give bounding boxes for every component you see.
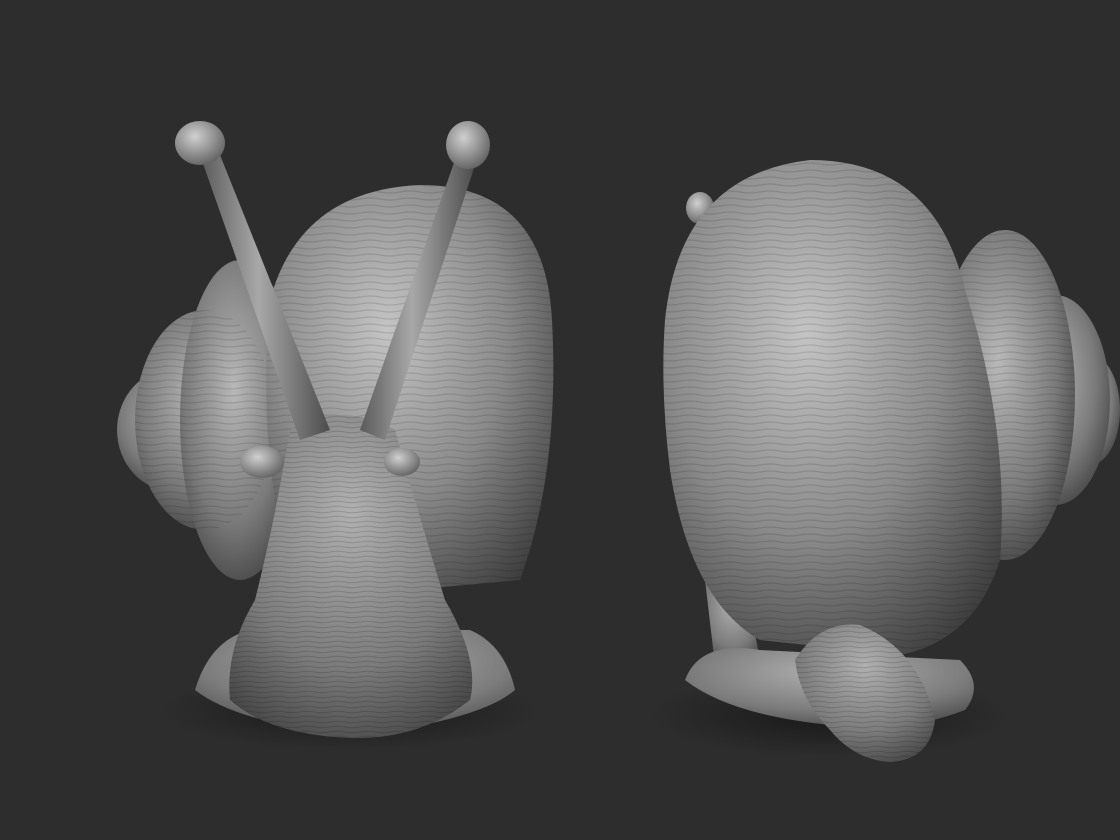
viewport bbox=[0, 0, 1120, 840]
front-left-lower-tentacle bbox=[240, 446, 284, 478]
front-left-eye-bulb bbox=[175, 121, 225, 165]
render-canvas bbox=[117, 121, 1120, 762]
front-right-lower-tentacle bbox=[384, 448, 420, 476]
front-right-eye-bulb bbox=[446, 121, 490, 169]
snail-front-view bbox=[117, 121, 554, 750]
snail-rear-three-quarter-view bbox=[650, 160, 1120, 762]
